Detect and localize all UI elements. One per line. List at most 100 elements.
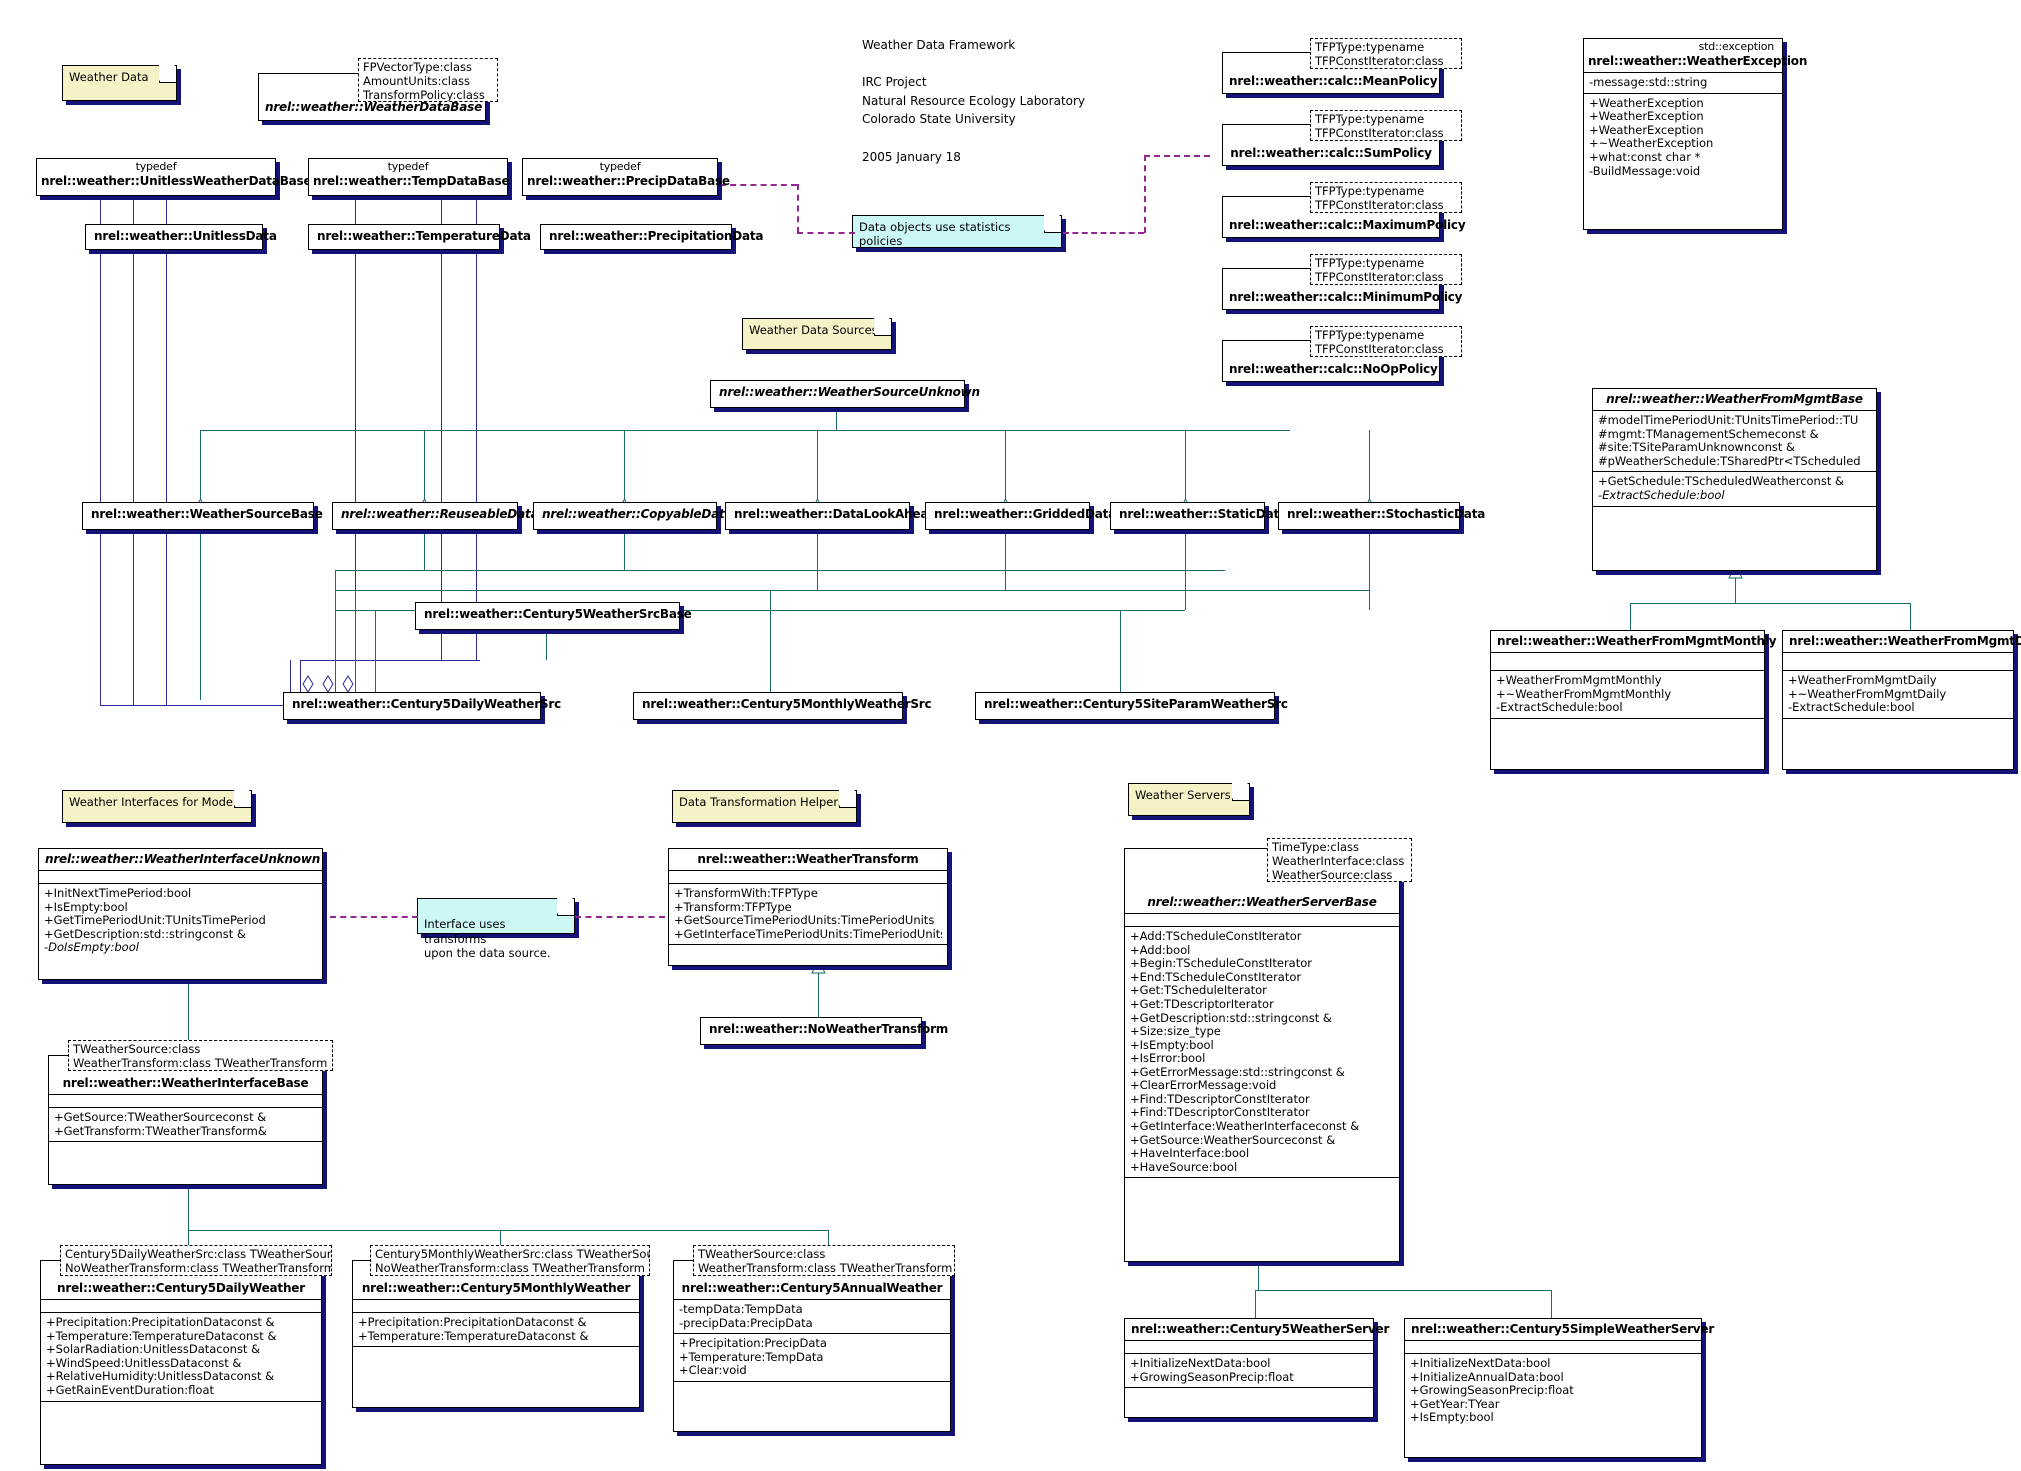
class-precipitation-data[interactable]: nrel::weather::PrecipitationData bbox=[540, 224, 764, 250]
class-precip-data-base[interactable]: typedef nrel::weather::PrecipDataBase bbox=[522, 158, 730, 196]
uml-class-diagram-canvas: Weather Data Framework IRC Project Natur… bbox=[0, 0, 2021, 1471]
class-stereotype: typedef bbox=[387, 160, 429, 173]
class-operations: +Precipitation:PrecipData +Temperature:T… bbox=[674, 1333, 950, 1381]
generalization-line bbox=[200, 600, 201, 700]
class-name: nrel::weather::WeatherException bbox=[1588, 53, 1808, 68]
class-name: nrel::weather::PrecipDataBase bbox=[527, 173, 730, 188]
class-copyable-data[interactable]: nrel::weather::CopyableData bbox=[533, 502, 733, 530]
class-century5-daily-weather[interactable]: nrel::weather::Century5DailyWeather +Pre… bbox=[40, 1260, 322, 1465]
aggregation-diamond bbox=[322, 675, 334, 693]
generalization-line bbox=[200, 532, 201, 600]
generalization-line bbox=[624, 430, 625, 502]
class-name: nrel::weather::WeatherFromMgmtBase bbox=[1606, 392, 1863, 406]
generalization-line bbox=[1255, 1290, 1551, 1291]
generalization-line bbox=[817, 532, 818, 590]
dependency-line bbox=[797, 232, 855, 234]
class-century5-simple-weather-server[interactable]: nrel::weather::Century5SimpleWeatherServ… bbox=[1404, 1318, 1715, 1458]
class-century5-annual-weather[interactable]: nrel::weather::Century5AnnualWeather -te… bbox=[673, 1260, 951, 1432]
class-weather-server-base[interactable]: nrel::weather::WeatherServerBase +Add:TS… bbox=[1124, 848, 1400, 1262]
diagram-title-block: Weather Data Framework IRC Project Natur… bbox=[862, 38, 1086, 164]
class-century5-daily-weather-src[interactable]: nrel::weather::Century5DailyWeatherSrc bbox=[283, 692, 561, 720]
association-line bbox=[166, 200, 167, 705]
class-extra-compartment bbox=[1593, 505, 1876, 524]
class-weather-interface-base[interactable]: nrel::weather::WeatherInterfaceBase +Get… bbox=[48, 1055, 323, 1185]
class-name: nrel::weather::WeatherFromMgmtMonthly bbox=[1497, 634, 1777, 648]
generalization-line bbox=[1551, 1290, 1552, 1318]
class-operations: +WeatherFromMgmtDaily +~WeatherFromMgmtD… bbox=[1783, 670, 2013, 718]
template-params-minimum-policy: TFPType:typename TFPConstIterator:class bbox=[1310, 254, 1462, 285]
class-operations: +Precipitation:PrecipitationDataconst & … bbox=[41, 1312, 321, 1400]
note-weather-interfaces-label: Weather Interfaces for Models bbox=[69, 795, 243, 809]
class-weather-interface-unknown[interactable]: nrel::weather::WeatherInterfaceUnknown +… bbox=[38, 848, 323, 980]
template-params-mean-policy: TFPType:typename TFPConstIterator:class bbox=[1310, 38, 1462, 69]
association-line bbox=[100, 705, 290, 706]
generalization-line bbox=[817, 430, 818, 502]
template-params-weather-data-base: FPVectorType:class AmountUnits:class Tra… bbox=[358, 58, 498, 102]
class-weather-source-base[interactable]: nrel::weather::WeatherSourceBase bbox=[82, 502, 323, 530]
class-weather-exception[interactable]: std::exception nrel::weather::WeatherExc… bbox=[1583, 38, 1808, 230]
generalization-line bbox=[1630, 603, 1631, 631]
class-attributes bbox=[1783, 652, 2013, 670]
class-century5-monthly-weather[interactable]: nrel::weather::Century5MonthlyWeather +P… bbox=[352, 1260, 640, 1408]
class-weather-transform[interactable]: nrel::weather::WeatherTransform +Transfo… bbox=[668, 848, 948, 966]
template-params-century5-daily-weather: Century5DailyWeatherSrc:class TWeatherSo… bbox=[60, 1245, 332, 1276]
class-name: nrel::weather::ReuseableData bbox=[341, 507, 539, 521]
class-gridded-data[interactable]: nrel::weather::GriddedData bbox=[925, 502, 1116, 530]
class-attributes bbox=[1491, 652, 1764, 670]
generalization-line bbox=[1185, 430, 1186, 502]
class-weather-from-mgmt-daily[interactable]: nrel::weather::WeatherFromMgmtDaily +Wea… bbox=[1782, 630, 2021, 770]
class-century5-siteparam-weather-src[interactable]: nrel::weather::Century5SiteParamWeatherS… bbox=[975, 692, 1288, 720]
class-temp-data-base[interactable]: typedef nrel::weather::TempDataBase bbox=[308, 158, 510, 196]
class-reuseable-data[interactable]: nrel::weather::ReuseableData bbox=[332, 502, 539, 530]
class-operations: +Add:TScheduleConstIterator +Add:bool +B… bbox=[1125, 926, 1399, 1177]
class-weather-from-mgmt-monthly[interactable]: nrel::weather::WeatherFromMgmtMonthly +W… bbox=[1490, 630, 1777, 770]
class-operations: +Precipitation:PrecipitationDataconst & … bbox=[353, 1312, 639, 1346]
class-operations: +InitializeNextData:bool +GrowingSeasonP… bbox=[1125, 1353, 1373, 1387]
generalization-line bbox=[1735, 575, 1736, 603]
class-name: nrel::weather::Century5DailyWeatherSrc bbox=[292, 697, 561, 711]
generalization-line bbox=[1005, 430, 1006, 502]
class-weather-source-unknown[interactable]: nrel::weather::WeatherSourceUnknown bbox=[710, 380, 980, 408]
class-name: nrel::weather::Century5WeatherSrcBase bbox=[424, 607, 692, 621]
generalization-line bbox=[335, 570, 336, 710]
class-stereotype: std::exception bbox=[1698, 40, 1775, 53]
class-operations: +InitializeNextData:bool +InitializeAnnu… bbox=[1405, 1353, 1701, 1428]
class-attributes bbox=[1405, 1340, 1701, 1353]
class-data-look-ahead[interactable]: nrel::weather::DataLookAhead bbox=[725, 502, 937, 530]
class-weather-from-mgmt-base[interactable]: nrel::weather::WeatherFromMgmtBase #mode… bbox=[1592, 388, 1877, 571]
class-name: nrel::weather::WeatherSourceBase bbox=[91, 507, 323, 521]
note-data-transformation-helpers-label: Data Transformation Helpers bbox=[679, 795, 845, 809]
class-name: nrel::weather::UnitlessData bbox=[94, 229, 277, 243]
class-attributes bbox=[669, 870, 947, 883]
class-temperature-data[interactable]: nrel::weather::TemperatureData bbox=[308, 224, 531, 250]
note-interface-uses-transforms-label: Interface uses transforms upon the data … bbox=[424, 917, 551, 961]
class-operations: +InitNextTimePeriod:bool +IsEmpty:bool +… bbox=[39, 883, 322, 958]
class-extra-compartment bbox=[1783, 717, 2013, 736]
class-no-weather-transform[interactable]: nrel::weather::NoWeatherTransform bbox=[700, 1017, 948, 1045]
association-line bbox=[300, 660, 480, 661]
class-unitless-data[interactable]: nrel::weather::UnitlessData bbox=[85, 224, 277, 250]
template-params-weather-interface-base: TWeatherSource:class WeatherTransform:cl… bbox=[68, 1040, 333, 1071]
class-attributes: #modelTimePeriodUnit:TUnitsTimePeriod::T… bbox=[1593, 410, 1876, 471]
class-stereotype: typedef bbox=[135, 160, 177, 173]
class-century5-monthly-weather-src[interactable]: nrel::weather::Century5MonthlyWeatherSrc bbox=[633, 692, 932, 720]
class-unitless-weather-data-base[interactable]: typedef nrel::weather::UnitlessWeatherDa… bbox=[36, 158, 312, 196]
template-params-noop-policy: TFPType:typename TFPConstIterator:class bbox=[1310, 326, 1462, 357]
class-name: nrel::weather::WeatherSourceUnknown bbox=[719, 385, 980, 399]
class-century5-weather-src-base[interactable]: nrel::weather::Century5WeatherSrcBase bbox=[415, 602, 692, 630]
class-operations: +TransformWith:TFPType +Transform:TFPTyp… bbox=[669, 883, 947, 944]
generalization-line bbox=[200, 430, 1290, 431]
class-stochastic-data[interactable]: nrel::weather::StochasticData bbox=[1278, 502, 1485, 530]
generalization-line bbox=[1910, 603, 1911, 631]
note-weather-servers-label: Weather Servers bbox=[1135, 788, 1231, 802]
class-extra-compartment bbox=[674, 1380, 950, 1406]
note-fold-icon bbox=[874, 318, 891, 336]
template-params-sum-policy: TFPType:typename TFPConstIterator:class bbox=[1310, 110, 1462, 141]
generalization-line bbox=[424, 430, 425, 502]
dependency-line bbox=[1144, 155, 1210, 157]
class-static-data[interactable]: nrel::weather::StaticData bbox=[1110, 502, 1287, 530]
dependency-line bbox=[797, 184, 799, 233]
class-attributes bbox=[41, 1299, 321, 1312]
class-name: nrel::weather::Century5SimpleWeatherServ… bbox=[1411, 1322, 1715, 1336]
class-century5-weather-server[interactable]: nrel::weather::Century5WeatherServer +In… bbox=[1124, 1318, 1389, 1418]
